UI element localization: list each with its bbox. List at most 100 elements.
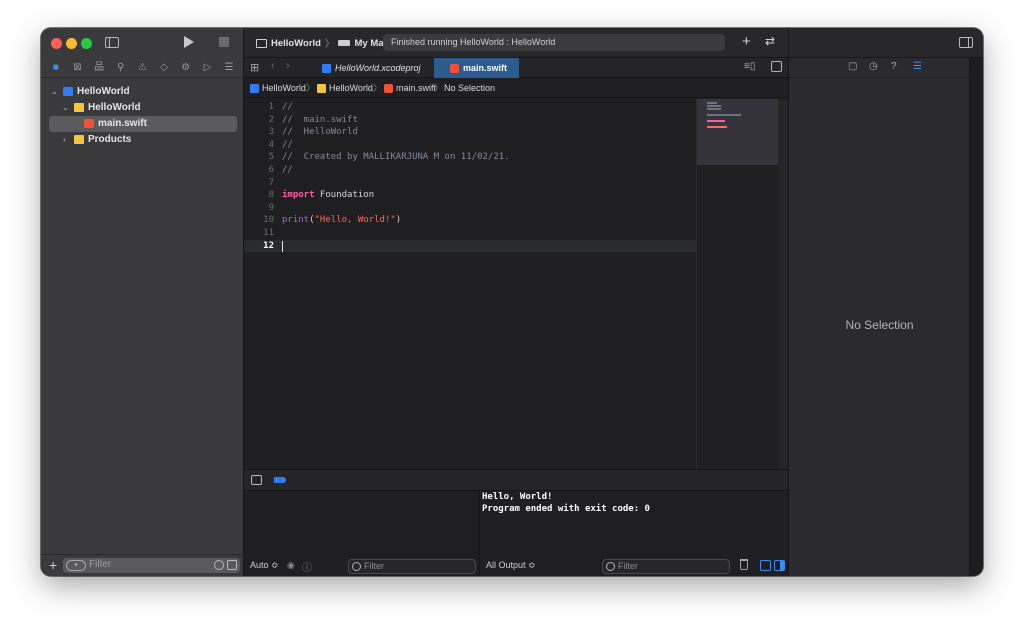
- tree-item-folder[interactable]: ⌄ HelloWorld: [41, 100, 244, 116]
- jumpbar-label: main.swift: [396, 83, 437, 93]
- code-review-button[interactable]: ⇄: [765, 34, 775, 48]
- attributes-icon[interactable]: ☰: [913, 61, 922, 72]
- tab-xcodeproj[interactable]: HelloWorld.xcodeproj: [322, 58, 432, 78]
- navigator-filter-input[interactable]: ▾ Filter: [63, 558, 240, 573]
- source-control-filter-icon[interactable]: [227, 560, 237, 570]
- file-inspector-icon[interactable]: ▢: [848, 61, 857, 72]
- back-icon[interactable]: ‹: [271, 60, 275, 72]
- hide-debug-area-icon[interactable]: [251, 475, 262, 485]
- jumpbar-separator: 〉: [306, 83, 316, 93]
- info-icon[interactable]: ⓘ: [302, 559, 312, 574]
- breakpoint-icon[interactable]: ▷: [200, 61, 214, 75]
- test-icon[interactable]: ◇: [157, 61, 171, 75]
- help-icon[interactable]: ?: [891, 61, 897, 72]
- code-text: // main.swift: [282, 114, 358, 127]
- minimap-line: [707, 126, 727, 128]
- filter-placeholder: Filter: [618, 561, 638, 571]
- project-icon: [250, 84, 259, 93]
- code-token: // Created by MALLIKARJUNA M on 11/02/21…: [282, 152, 510, 163]
- issue-icon[interactable]: ⚠: [135, 61, 149, 75]
- terminal-icon: [256, 38, 267, 48]
- code-line[interactable]: 11: [244, 227, 696, 240]
- code-token: import: [282, 190, 315, 201]
- folder-icon: [74, 103, 84, 112]
- code-line[interactable]: 5 // Created by MALLIKARJUNA M on 11/02/2…: [244, 151, 696, 164]
- code-token: // HelloWorld: [282, 127, 358, 138]
- minimap-line: [707, 120, 725, 122]
- inspector-scrollbar[interactable]: [969, 58, 983, 576]
- run-button[interactable]: [184, 36, 194, 48]
- code-line[interactable]: 2 // main.swift: [244, 114, 696, 127]
- tree-item-main-swift[interactable]: main.swift: [41, 116, 244, 132]
- code-line[interactable]: 7: [244, 177, 696, 190]
- inspector-toggle-icon[interactable]: [959, 37, 973, 48]
- related-items-icon[interactable]: ⊞: [250, 61, 259, 74]
- zoom-window-button[interactable]: [81, 38, 92, 49]
- console-line: Hello, World!: [482, 492, 553, 502]
- show-variables-icon[interactable]: [760, 560, 771, 571]
- navigator-filter-bar: + ▾ Filter: [41, 554, 244, 576]
- close-window-button[interactable]: [51, 38, 62, 49]
- breakpoints-toggle-icon[interactable]: [274, 477, 286, 483]
- jumpbar-separator: 〉: [434, 83, 444, 93]
- tree-item-label: Products: [88, 134, 132, 145]
- scheme-selector[interactable]: HelloWorld 〉 My Mac: [256, 36, 389, 50]
- code-line[interactable]: 8 import Foundation: [244, 189, 696, 202]
- code-line[interactable]: 4 //: [244, 139, 696, 152]
- chevron-down-icon[interactable]: ⌄: [62, 100, 69, 116]
- add-editor-icon[interactable]: [771, 61, 782, 72]
- report-icon[interactable]: ☰: [222, 61, 236, 75]
- tab-main-swift[interactable]: main.swift: [434, 58, 519, 78]
- code-line[interactable]: 9: [244, 202, 696, 215]
- code-line[interactable]: 1 //: [244, 101, 696, 114]
- editor-scrollbar[interactable]: [778, 99, 788, 469]
- code-token: //: [282, 165, 293, 175]
- variables-scope-select[interactable]: Auto ≎: [250, 560, 279, 571]
- minimap[interactable]: [696, 99, 779, 469]
- stop-button[interactable]: [219, 37, 229, 47]
- code-line[interactable]: 10 print("Hello, World!"): [244, 214, 696, 227]
- source-editor[interactable]: 1 // 2 // main.swift 3 // HelloWorld 4 // 5 // Cr…: [244, 99, 696, 469]
- console-filter-input[interactable]: Filter: [602, 559, 730, 574]
- line-number: 4: [268, 139, 274, 150]
- code-line[interactable]: 6 //: [244, 164, 696, 177]
- source-control-icon[interactable]: ⊠: [70, 61, 84, 75]
- variables-view[interactable]: Auto ≎ ◉ ⓘ Filter: [244, 491, 480, 576]
- inspector-tabs: ▢ ◷ ? ☰: [789, 58, 970, 78]
- find-icon[interactable]: ⚲: [114, 61, 128, 75]
- inspector-toolbar: [789, 28, 983, 58]
- tree-item-products[interactable]: › Products: [41, 132, 244, 148]
- jumpbar-item-project[interactable]: HelloWorld: [250, 79, 306, 98]
- sidebar-toggle-icon[interactable]: [105, 37, 119, 48]
- line-number: 9: [268, 202, 274, 213]
- minimize-window-button[interactable]: [66, 38, 77, 49]
- recent-files-icon[interactable]: [214, 560, 224, 570]
- console-view[interactable]: Hello, World! Program ended with exit co…: [480, 491, 788, 576]
- variables-filter-input[interactable]: Filter: [348, 559, 476, 574]
- jumpbar-item-folder[interactable]: HelloWorld: [317, 79, 373, 98]
- jumpbar-item-symbol[interactable]: No Selection: [444, 79, 495, 98]
- tree-item-project[interactable]: ⌄ HelloWorld: [41, 84, 244, 100]
- history-icon[interactable]: ◷: [869, 61, 878, 72]
- library-button[interactable]: +: [742, 33, 751, 50]
- forward-icon[interactable]: ›: [286, 60, 290, 72]
- output-filter-select[interactable]: All Output ≎: [486, 560, 536, 571]
- editor-options-icon[interactable]: ≡▯: [744, 61, 755, 72]
- code-line[interactable]: 12: [244, 239, 696, 253]
- eye-icon[interactable]: ◉: [287, 560, 295, 571]
- line-number: 1: [268, 102, 274, 112]
- symbol-icon[interactable]: 品: [92, 61, 106, 75]
- show-console-icon[interactable]: [774, 560, 785, 571]
- add-file-button[interactable]: +: [49, 557, 57, 573]
- filter-options-icon[interactable]: ▾: [66, 560, 86, 571]
- code-token: // main.swift: [282, 114, 358, 125]
- no-selection-label: No Selection: [845, 318, 914, 332]
- folder-icon[interactable]: ■: [49, 61, 63, 75]
- minimap-line: [707, 108, 721, 110]
- trash-icon[interactable]: [740, 559, 748, 570]
- chevron-right-icon[interactable]: ›: [63, 132, 66, 148]
- code-line[interactable]: 3 // HelloWorld: [244, 126, 696, 139]
- debug-icon[interactable]: ⚙: [179, 61, 193, 75]
- jumpbar-item-file[interactable]: main.swift: [384, 79, 436, 98]
- chevron-down-icon[interactable]: ⌄: [51, 84, 58, 100]
